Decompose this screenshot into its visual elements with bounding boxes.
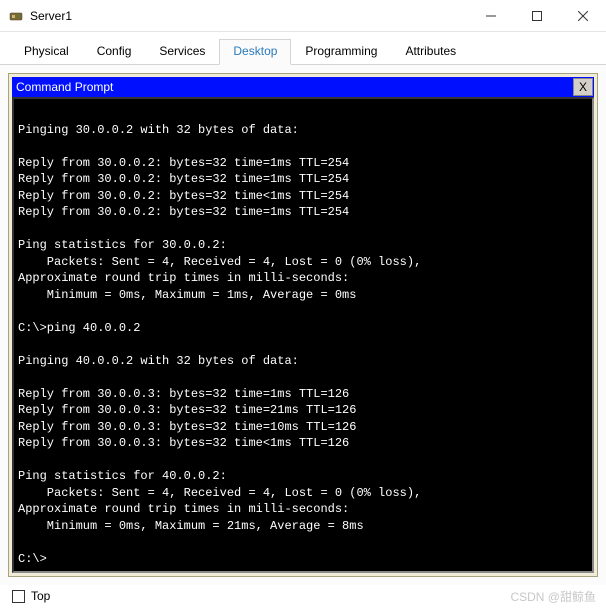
watermark: CSDN @甜鲸鱼 bbox=[510, 588, 596, 605]
top-checkbox-label: Top bbox=[31, 589, 50, 603]
window-controls bbox=[468, 0, 606, 32]
minimize-button[interactable] bbox=[468, 0, 514, 32]
command-prompt-close-button[interactable]: X bbox=[573, 78, 593, 96]
tab-desktop[interactable]: Desktop bbox=[219, 39, 291, 65]
desktop-panel: Command Prompt X Pinging 30.0.0.2 with 3… bbox=[0, 65, 606, 585]
tab-programming[interactable]: Programming bbox=[291, 39, 391, 65]
tab-services[interactable]: Services bbox=[145, 39, 219, 65]
app-icon bbox=[8, 8, 24, 24]
command-prompt-window: Command Prompt X Pinging 30.0.0.2 with 3… bbox=[8, 73, 598, 577]
tab-config[interactable]: Config bbox=[83, 39, 146, 65]
tab-physical[interactable]: Physical bbox=[10, 39, 83, 65]
maximize-button[interactable] bbox=[514, 0, 560, 32]
command-prompt-output: Pinging 30.0.0.2 with 32 bytes of data: … bbox=[18, 105, 588, 567]
window-title: Server1 bbox=[30, 9, 72, 23]
tab-bar: Physical Config Services Desktop Program… bbox=[0, 32, 606, 65]
top-checkbox[interactable] bbox=[12, 590, 25, 603]
close-button[interactable] bbox=[560, 0, 606, 32]
command-prompt-title: Command Prompt bbox=[16, 80, 113, 94]
command-prompt-body[interactable]: Pinging 30.0.0.2 with 32 bytes of data: … bbox=[12, 97, 594, 573]
command-prompt-titlebar: Command Prompt X bbox=[12, 77, 594, 97]
tab-attributes[interactable]: Attributes bbox=[391, 39, 470, 65]
window-titlebar: Server1 bbox=[0, 0, 606, 32]
